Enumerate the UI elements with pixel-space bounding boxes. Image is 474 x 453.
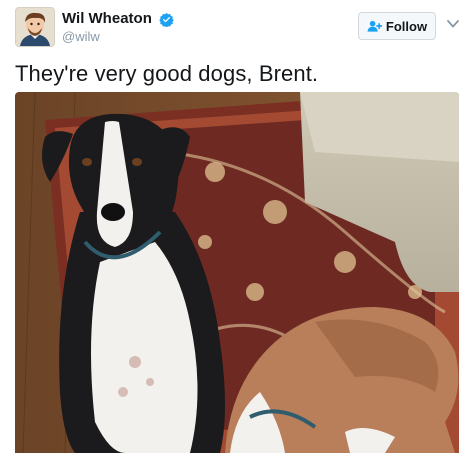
- tweet-header: Wil Wheaton @wilw Follow: [0, 0, 474, 56]
- follow-button-label: Follow: [385, 18, 428, 34]
- verified-badge-icon: [159, 12, 175, 27]
- tweet-text: They're very good dogs, Brent.: [15, 61, 319, 86]
- tweet-photo[interactable]: [15, 92, 459, 453]
- avatar-icon: [16, 8, 54, 46]
- add-user-icon: [367, 20, 382, 32]
- author-display-name[interactable]: Wil Wheaton: [62, 10, 152, 28]
- chevron-down-icon[interactable]: [447, 19, 459, 29]
- follow-button[interactable]: Follow: [358, 12, 436, 40]
- author-avatar[interactable]: [15, 7, 55, 47]
- photo-two-dogs-icon: [15, 92, 459, 453]
- author-handle[interactable]: @wilw: [62, 29, 174, 45]
- author-info: Wil Wheaton @wilw: [62, 10, 175, 45]
